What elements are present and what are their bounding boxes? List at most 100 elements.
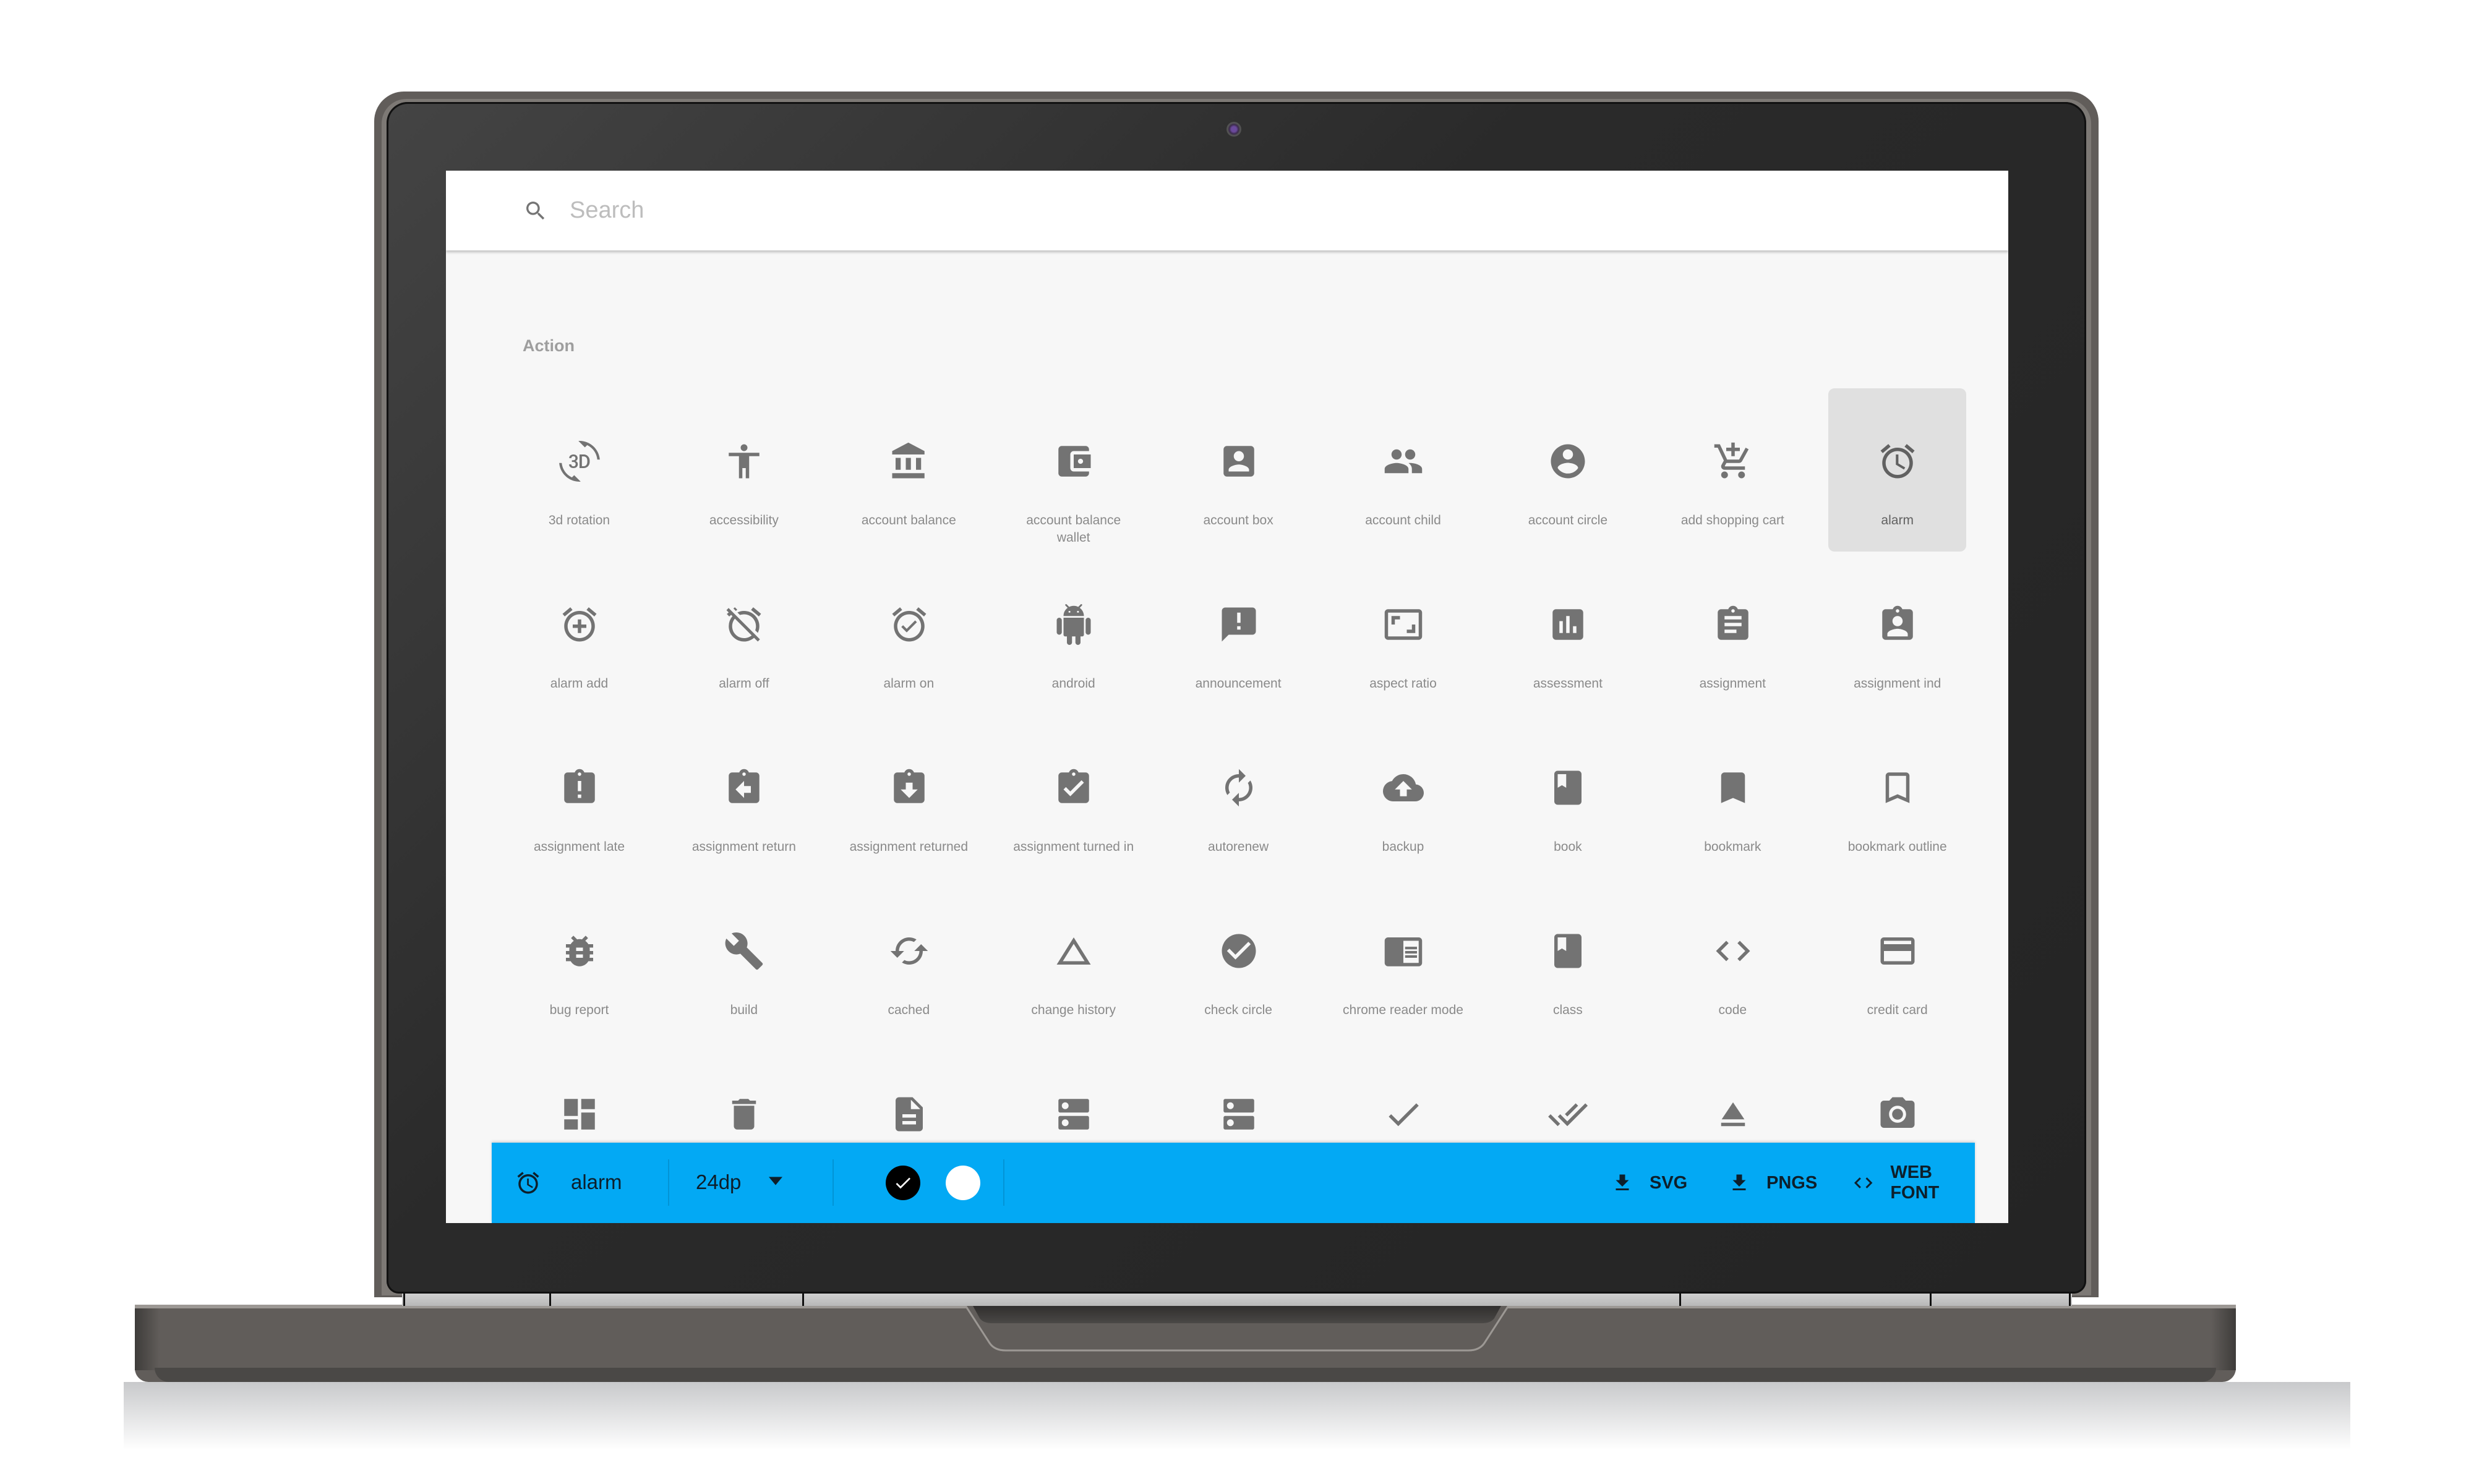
delete-icon [732,1099,756,1130]
account-balance-icon [892,442,925,479]
alarm-add-icon [562,607,597,642]
laptop-shadow [124,1382,2350,1450]
icon-tile[interactable]: account child [1334,388,1472,552]
build-icon [726,932,763,970]
icon-tile[interactable]: cached [840,878,978,1041]
icon-label: bug report [549,1003,609,1017]
icon-tile[interactable]: announcement [1170,552,1308,715]
icon-label: backup [1382,840,1424,854]
icon-label: change history [1031,1003,1116,1017]
icon-tile[interactable]: chrome reader mode [1334,878,1472,1041]
icon-tile[interactable]: backup [1334,715,1472,878]
icon-tile[interactable]: check circle [1170,878,1308,1041]
chrome-reader-mode-icon [1384,937,1423,966]
icon-tile[interactable]: 3d rotation [510,388,648,552]
icon-tile[interactable]: account circle [1499,388,1637,552]
icon-label: assignment return [691,840,796,854]
hinge-divider [1930,1294,1932,1306]
description-icon [895,1097,923,1132]
size-dropdown[interactable]: 24dp [696,1161,820,1205]
download-svg-button[interactable]: SVG [1611,1167,1687,1198]
icon-label: build [730,1003,758,1017]
icon-tile[interactable]: assignment return [675,715,813,878]
icon-label: alarm on [883,676,935,691]
download-svg-label: SVG [1650,1172,1688,1193]
icon-tile[interactable]: assignment [1664,552,1802,715]
icon-tile[interactable]: add shopping cart [1664,388,1802,552]
hinge-divider [1679,1294,1681,1306]
icon-label: alarm off [719,676,769,691]
icon-tile[interactable]: assignment returned [840,715,978,878]
icon-tile[interactable]: bug report [510,878,648,1041]
icon-tile[interactable]: alarm off [675,552,813,715]
search-icon [526,202,545,220]
icon-tile[interactable]: aspect ratio [1334,552,1472,715]
web-font-button[interactable]: WEB FONT [1852,1162,1975,1203]
icon-tile[interactable]: code [1664,878,1802,1041]
icon-tile[interactable]: build [675,878,813,1041]
icon-label: account box [1203,513,1273,527]
icon-tile[interactable]: account box [1170,388,1308,552]
check-circle-icon [1222,934,1256,968]
icon-tile[interactable]: assignment late [510,715,648,878]
icon-label: assignment late [533,840,625,854]
add-shopping-cart-icon [1714,442,1748,479]
search-input[interactable] [570,193,1497,228]
icon-tile[interactable]: assignment turned in [1004,715,1142,878]
icon-label: account child [1365,513,1441,527]
icon-tile[interactable]: assignment ind [1828,552,1966,715]
bookmark-icon [1721,772,1745,803]
eject-icon [1721,1102,1745,1127]
icon-label: bookmark [1704,840,1761,854]
dns-icon [1058,1099,1089,1130]
alarm-icon [517,1172,539,1194]
laptop-base-edge [135,1308,160,1370]
icon-tile[interactable]: alarm on [840,552,978,715]
icon-label: class [1552,1003,1583,1017]
icon-tile[interactable]: account balance wallet [1004,388,1142,552]
laptop-lid-notch [965,1305,1509,1352]
icon-tile[interactable]: bookmark outline [1828,715,1966,878]
icon-label: check circle [1204,1003,1272,1017]
color-swatch-dark[interactable] [886,1166,920,1200]
icon-label: code [1718,1003,1747,1017]
icon-tile[interactable]: accessibility [675,388,813,552]
icon-tile[interactable]: bookmark [1664,715,1802,878]
download-pngs-button[interactable]: PNGS [1728,1167,1817,1198]
code-icon [1716,940,1750,962]
assignment-ind-icon [1882,605,1913,640]
laptop-hinge [402,1294,2072,1306]
done-icon [1389,1103,1419,1127]
color-swatch-light[interactable] [946,1166,980,1200]
icon-tile[interactable]: class [1499,878,1637,1041]
icon-tile[interactable]: credit card [1828,878,1966,1041]
alarm-on-icon [892,607,927,642]
icon-label: assignment [1699,676,1766,691]
toolbar-divider [833,1159,834,1206]
credit-card-icon [1880,937,1915,965]
account-child-icon [1384,449,1423,474]
icon-tile[interactable]: change history [1004,878,1142,1041]
icon-label: 3d rotation [548,513,610,527]
account-circle-icon [1551,444,1585,479]
assessment-icon [1552,609,1584,640]
icon-label: cached [888,1003,930,1017]
book-icon [1554,770,1582,805]
hinge-divider [549,1294,551,1306]
web-font-label: WEB FONT [1890,1162,1940,1203]
icon-tile[interactable]: assessment [1499,552,1637,715]
cached-icon [890,937,928,965]
announcement-icon [1222,607,1256,642]
icon-tile[interactable]: alarm add [510,552,648,715]
icon-label: android [1051,676,1095,691]
icon-tile[interactable]: autorenew [1170,715,1308,878]
icon-tile[interactable]: book [1499,715,1637,878]
icon-tile[interactable]: account balance [840,388,978,552]
icon-tile[interactable]: alarm [1828,388,1967,552]
camera-icon [1880,1097,1915,1128]
icon-label: account circle [1528,513,1608,527]
icon-label: chrome reader mode [1343,1003,1463,1017]
icon-tile[interactable]: android [1004,552,1142,715]
section-title: Action [523,336,575,355]
icon-label: autorenew [1208,840,1269,854]
